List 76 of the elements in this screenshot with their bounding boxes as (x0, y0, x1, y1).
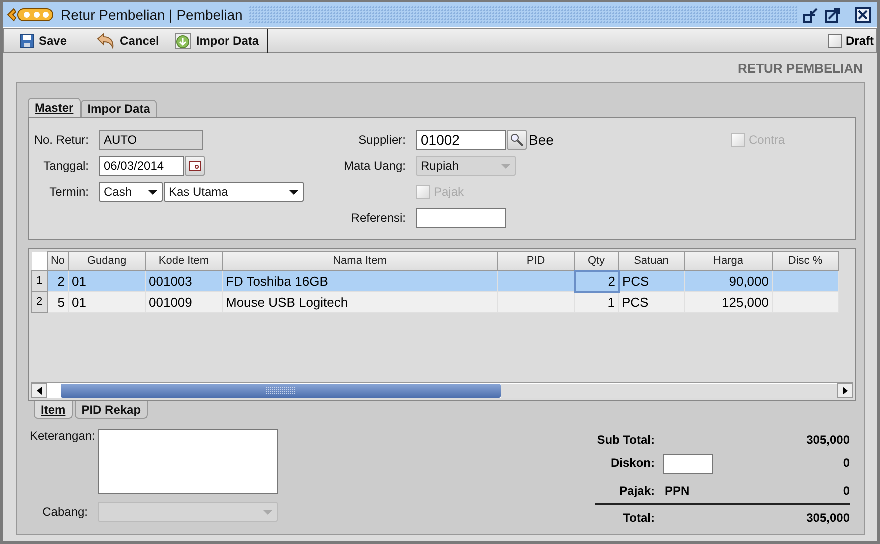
total-label: Sub Total: (596, 432, 656, 449)
table-cell: 01 (68, 292, 146, 312)
table-cell: 2 (48, 270, 68, 292)
row-number[interactable]: 1 (32, 270, 48, 292)
maximize-icon[interactable] (825, 6, 841, 22)
column-header[interactable]: PID (498, 252, 574, 270)
column-header[interactable]: Satuan (618, 252, 684, 270)
column-header[interactable]: Qty (574, 252, 618, 270)
tab[interactable]: Impor Data (80, 100, 158, 117)
total-label: Diskon: (610, 455, 656, 472)
no-retur-field: AUTO (99, 130, 203, 150)
column-header[interactable]: No (48, 252, 68, 270)
table-cell[interactable]: 2 (574, 270, 618, 292)
notes-field[interactable] (98, 429, 278, 494)
total-label: Pajak: (618, 482, 656, 500)
date-field[interactable]: 06/03/2014 (99, 156, 184, 176)
total-value: 0 (842, 482, 850, 500)
total-label: Total: (622, 510, 656, 527)
cancel-button[interactable]: Cancel (89, 29, 168, 52)
tab[interactable]: PID Rekap (74, 401, 148, 419)
save-button[interactable]: Save (4, 29, 76, 52)
form-title: RETUR PEMBELIAN (737, 60, 864, 78)
discount-field[interactable] (663, 454, 713, 474)
tab[interactable]: Item (34, 401, 73, 419)
field-label: Cabang: (42, 505, 89, 519)
download-circle-icon (175, 32, 192, 48)
column-header[interactable]: Disc % (772, 252, 838, 270)
left-triangle-icon (36, 386, 42, 394)
total-value: 305,000 (806, 510, 850, 527)
table-cell: 001003 (146, 270, 222, 292)
field-label: Keterangan: (29, 429, 96, 443)
table-cell: FD Toshiba 16GB (222, 270, 498, 292)
close-icon[interactable] (855, 6, 871, 22)
table-cell: PCS (618, 292, 684, 312)
table-cell: 01 (68, 270, 146, 292)
supplier-name: Bee (529, 132, 554, 148)
account-dropdown[interactable]: Kas Utama (164, 182, 304, 202)
right-triangle-icon (842, 386, 848, 394)
total-value: 305,000 (806, 432, 850, 449)
total-value: 0 (842, 455, 850, 472)
scrollbar-thumb[interactable] (61, 384, 501, 398)
table-cell: 001009 (146, 292, 222, 312)
field-label: Termin: (48, 185, 90, 199)
field-label: No. Retur: (33, 133, 90, 147)
column-header[interactable]: Nama Item (222, 252, 498, 270)
search-button[interactable] (507, 130, 527, 150)
tab[interactable]: Master (28, 98, 81, 117)
restore-icon[interactable] (803, 6, 819, 22)
calendar-button[interactable] (185, 156, 205, 176)
termin-dropdown[interactable]: Cash (99, 182, 163, 202)
table-cell: 5 (48, 292, 68, 312)
reference-field[interactable] (416, 208, 506, 228)
draft-checkbox[interactable] (828, 34, 842, 48)
field-label: Supplier: (358, 133, 407, 147)
calendar-icon (189, 161, 201, 171)
draft-label: Draft (846, 34, 874, 48)
scroll-right-button[interactable] (837, 383, 853, 398)
table-cell: PCS (618, 270, 684, 292)
table-cell: Mouse USB Logitech (222, 292, 498, 312)
table-cell: 90,000 (684, 270, 772, 292)
bee-logo (7, 6, 55, 24)
import-button[interactable]: Impor Data (167, 29, 268, 52)
tax-type: PPN (665, 482, 691, 500)
field-label: Mata Uang: (342, 159, 407, 173)
column-header[interactable]: Harga (684, 252, 772, 270)
table-cell: 125,000 (684, 292, 772, 312)
column-header[interactable]: Gudang (68, 252, 146, 270)
field-label: Referensi: (350, 211, 407, 225)
row-number[interactable]: 2 (32, 292, 48, 312)
supplier-field[interactable]: 01002 (416, 130, 506, 150)
search-icon (510, 133, 524, 147)
undo-arrow-icon (97, 32, 116, 48)
scroll-left-button[interactable] (31, 383, 47, 398)
window-title: Retur Pembelian | Pembelian (61, 6, 243, 22)
field-label: Tanggal: (42, 159, 90, 173)
column-header[interactable]: Kode Item (146, 252, 222, 270)
